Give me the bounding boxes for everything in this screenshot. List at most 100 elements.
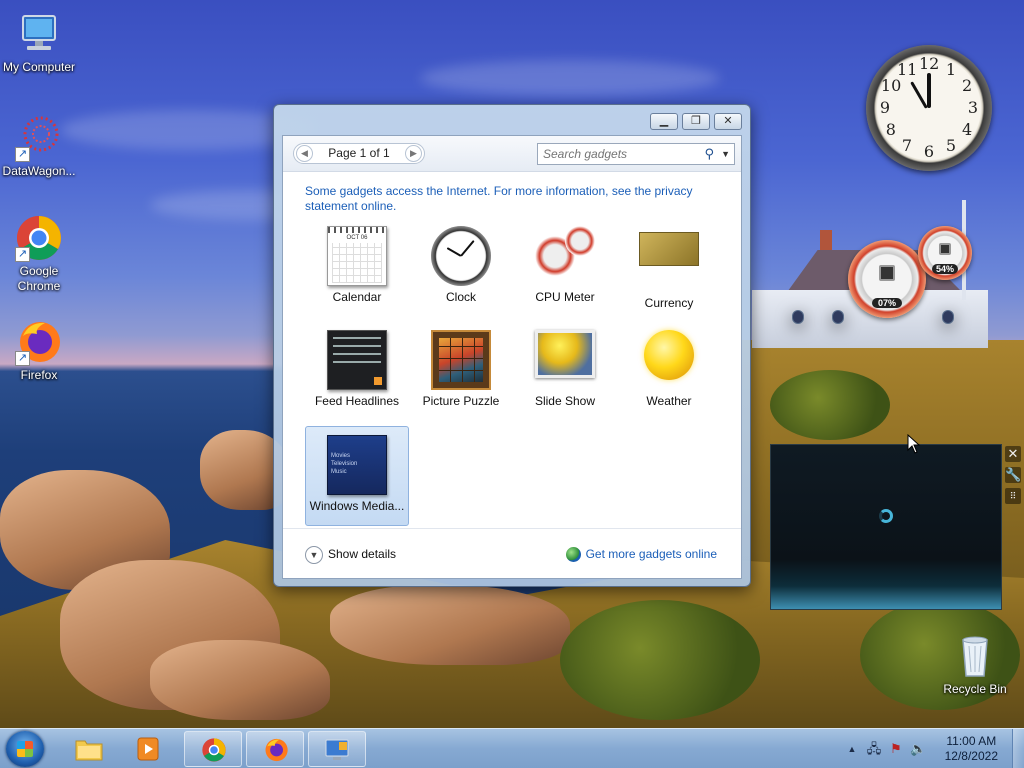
- gadget-drag-handle-icon[interactable]: ⠿: [1005, 488, 1021, 504]
- windows-media-gadget[interactable]: [770, 444, 1002, 610]
- rock: [150, 640, 330, 720]
- gadget-item-windows-media-center[interactable]: Movies Television Music Windows Media...: [305, 426, 409, 526]
- rss-icon: [374, 377, 382, 385]
- system-tray: ▲ 🖧 ⚑ 🔈 11:00 AM 12/8/2022: [834, 729, 1024, 768]
- calendar-days-grid: [332, 243, 382, 283]
- next-page-icon[interactable]: ▶: [405, 145, 422, 162]
- taskbar-firefox-button[interactable]: [246, 731, 304, 767]
- currency-card: [639, 232, 699, 266]
- windows-media-center-icon: Movies Television Music: [327, 435, 387, 495]
- picture-puzzle-icon: [431, 330, 491, 390]
- globe-icon: [565, 547, 581, 563]
- clock-number: 11: [897, 59, 918, 79]
- gadget-item-clock[interactable]: Clock: [409, 218, 513, 318]
- gadget-close-icon[interactable]: ✕: [1005, 446, 1021, 462]
- taskbar-gadgets-button[interactable]: [308, 731, 366, 767]
- desktop-icon-firefox[interactable]: ↗ Firefox: [0, 318, 78, 383]
- show-details-button[interactable]: ▼ Show details: [305, 545, 396, 564]
- show-desktop-button[interactable]: [1012, 729, 1024, 768]
- clock-number: 6: [923, 142, 935, 161]
- shortcut-arrow-icon: ↗: [15, 147, 30, 162]
- shortcut-arrow-icon: ↗: [15, 247, 30, 262]
- clock-hour-hand: [927, 73, 931, 108]
- weather-sun-icon: [639, 330, 699, 390]
- currency-icon: [639, 232, 699, 292]
- taskbar-chrome-button[interactable]: [184, 731, 242, 767]
- clock-number: 3: [967, 98, 979, 117]
- gadget-item-feed-headlines[interactable]: Feed Headlines: [305, 322, 409, 422]
- gadget-label: CPU Meter: [535, 290, 595, 304]
- desktop-icon-label: Firefox: [20, 368, 58, 382]
- media-player-icon: [134, 735, 164, 763]
- slide-photo: [535, 330, 595, 378]
- volume-icon[interactable]: 🔈: [910, 741, 926, 757]
- gadget-item-slide-show[interactable]: Slide Show: [513, 322, 617, 422]
- desktop-icon-label: Recycle Bin: [943, 682, 1007, 696]
- gadget-item-picture-puzzle[interactable]: Picture Puzzle: [409, 322, 513, 422]
- gadget-item-weather[interactable]: Weather: [617, 322, 721, 422]
- shortcut-arrow-icon: ↗: [15, 351, 30, 366]
- gadget-label: Windows Media...: [309, 499, 405, 513]
- wmc-line: Movies: [331, 453, 351, 459]
- search-dropdown-icon[interactable]: ▼: [721, 144, 730, 164]
- gallery-footer: ▼ Show details Get more gadgets online: [283, 528, 741, 578]
- wmc-line: Music: [331, 469, 347, 475]
- cloud: [420, 60, 720, 96]
- window-caption-buttons: ▁ ❐ ✕: [650, 113, 742, 130]
- gadget-item-cpu-meter[interactable]: CPU Meter: [513, 218, 617, 318]
- calendar-rings: [328, 227, 386, 233]
- search-input[interactable]: [538, 144, 688, 164]
- internet-info-link[interactable]: Some gadgets access the Internet. For mo…: [305, 184, 725, 214]
- taskbar-clock[interactable]: 11:00 AM 12/8/2022: [945, 734, 998, 764]
- minimize-button[interactable]: ▁: [650, 113, 678, 130]
- chevron-down-icon: ▼: [305, 545, 323, 564]
- sun: [644, 330, 694, 380]
- recycle-bin-icon: [951, 632, 999, 680]
- get-more-gadgets-link[interactable]: Get more gadgets online: [565, 545, 717, 563]
- gadget-gallery-window: ▁ ❐ ✕ ◀ Page 1 of 1 ▶ ⚲ ▼ Some gadgets a…: [273, 104, 751, 587]
- taskbar-explorer-button[interactable]: [60, 731, 118, 767]
- cpu-meter-gadget[interactable]: 07% 54%: [848, 226, 978, 318]
- desktop-icon-recycle-bin[interactable]: Recycle Bin: [936, 632, 1014, 697]
- search-box: ⚲ ▼: [537, 143, 735, 165]
- calendar-month: OCT 06: [346, 235, 368, 241]
- clock-icon: [431, 226, 491, 286]
- desktop-icon-chrome[interactable]: ↗ Google Chrome: [0, 214, 78, 294]
- page-navigator: ◀ Page 1 of 1 ▶: [293, 143, 425, 164]
- search-icon[interactable]: ⚲: [704, 144, 714, 164]
- close-button[interactable]: ✕: [714, 113, 742, 130]
- show-details-label: Show details: [328, 547, 397, 561]
- action-center-flag-icon[interactable]: ⚑: [888, 741, 904, 757]
- network-icon[interactable]: 🖧: [866, 741, 882, 757]
- gadget-label: Currency: [644, 296, 694, 310]
- clock-gadget[interactable]: 12 1 2 3 4 5 6 7 8 9 10 11: [866, 45, 992, 171]
- taskbar-media-player-button[interactable]: [120, 731, 178, 767]
- gadget-item-calendar[interactable]: OCT 06 Calendar: [305, 218, 409, 318]
- desktop-icon-datawagon[interactable]: ↗ DataWagon...: [0, 114, 78, 179]
- window: [792, 310, 804, 324]
- feed-headlines-icon: [327, 330, 387, 390]
- show-hidden-icons-icon[interactable]: ▲: [844, 741, 860, 757]
- gadget-label: Slide Show: [534, 394, 596, 408]
- calendar-icon: OCT 06: [327, 226, 387, 286]
- clock-hand: [460, 240, 475, 257]
- chrome-icon: ↗: [15, 214, 63, 262]
- gadgets-monitor-icon: [323, 736, 353, 764]
- gadget-item-currency[interactable]: Currency: [617, 218, 721, 318]
- clock-number: 5: [945, 136, 957, 156]
- start-button[interactable]: [6, 731, 44, 767]
- shrub: [560, 600, 760, 720]
- wmc-line: Television: [331, 461, 358, 467]
- clock-number: 8: [885, 120, 896, 139]
- desktop-icon-my-computer[interactable]: My Computer: [0, 10, 78, 75]
- memory-dial: [565, 226, 595, 256]
- window: [832, 310, 844, 324]
- prev-page-icon[interactable]: ◀: [296, 145, 313, 162]
- restore-button[interactable]: ❐: [682, 113, 710, 130]
- firefox-icon: ↗: [15, 318, 63, 366]
- shrub: [770, 370, 890, 440]
- desktop-icon-label: DataWagon...: [2, 164, 76, 178]
- gadget-options-wrench-icon[interactable]: 🔧: [1005, 467, 1021, 483]
- windows-logo-icon: [17, 741, 33, 757]
- desktop: My Computer ↗ DataWagon... ↗ Google Chro…: [0, 0, 1024, 728]
